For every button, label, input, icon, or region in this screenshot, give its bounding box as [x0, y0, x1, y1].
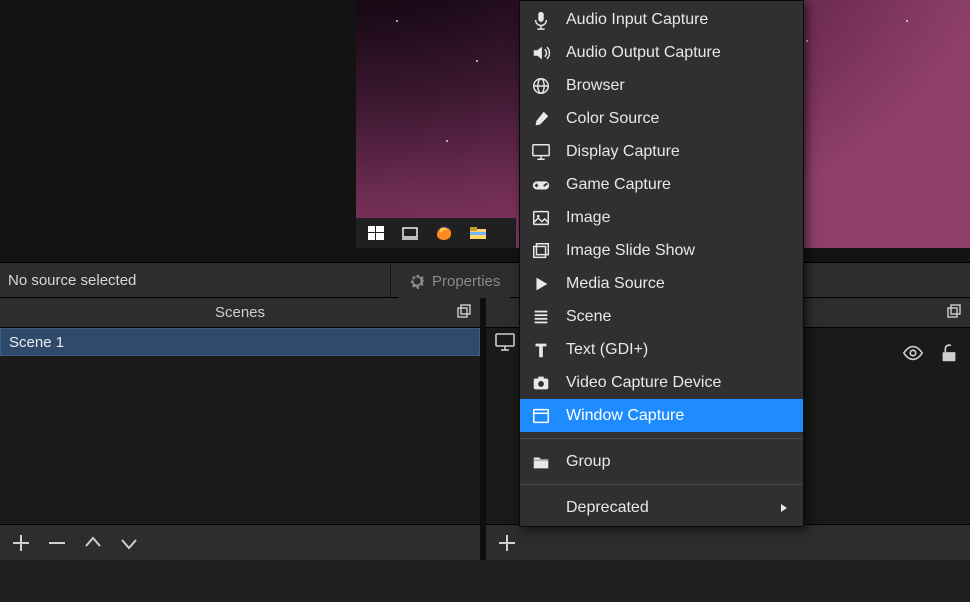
- scenes-toolbar: [0, 524, 480, 560]
- popout-icon[interactable]: [456, 304, 474, 322]
- monitor-icon: [530, 141, 552, 163]
- move-scene-up-button[interactable]: [80, 530, 106, 556]
- monitor-icon: [494, 331, 516, 353]
- camera-icon: [530, 372, 552, 394]
- mic-icon: [530, 9, 552, 31]
- gamepad-icon: [530, 174, 552, 196]
- menu-item-label: Browser: [566, 77, 625, 95]
- menu-item-label: Display Capture: [566, 143, 680, 161]
- sources-toolbar: [486, 524, 970, 560]
- menu-item-image-slide-show[interactable]: Image Slide Show: [520, 234, 803, 267]
- menu-item-color-source[interactable]: Color Source: [520, 102, 803, 135]
- panels-row: Scenes Scene 1 Sources: [0, 298, 970, 560]
- eye-icon[interactable]: [902, 342, 924, 364]
- menu-item-label: Image: [566, 209, 610, 227]
- separator: [390, 263, 391, 299]
- menu-item-media-source[interactable]: Media Source: [520, 267, 803, 300]
- menu-item-label: Text (GDI+): [566, 341, 648, 359]
- scenes-list[interactable]: Scene 1: [0, 328, 480, 524]
- popout-icon[interactable]: [946, 304, 964, 322]
- text-icon: [530, 339, 552, 361]
- menu-item-video-capture-device[interactable]: Video Capture Device: [520, 366, 803, 399]
- menu-separator: [520, 438, 803, 439]
- properties-button[interactable]: Properties: [398, 263, 510, 299]
- menu-item-label: Color Source: [566, 110, 659, 128]
- menu-item-audio-output-capture[interactable]: Audio Output Capture: [520, 36, 803, 69]
- menu-item-label: Scene: [566, 308, 611, 326]
- no-source-label: No source selected: [0, 272, 136, 289]
- remove-scene-button[interactable]: [44, 530, 70, 556]
- stack-icon: [530, 240, 552, 262]
- menu-item-text-gdi[interactable]: Text (GDI+): [520, 333, 803, 366]
- globe-icon: [530, 75, 552, 97]
- window-icon: [530, 405, 552, 427]
- windows-start-icon: [366, 223, 386, 243]
- menu-item-deprecated[interactable]: Deprecated: [520, 491, 803, 524]
- menu-item-display-capture[interactable]: Display Capture: [520, 135, 803, 168]
- move-scene-down-button[interactable]: [116, 530, 142, 556]
- menu-item-label: Video Capture Device: [566, 374, 721, 392]
- file-explorer-icon: [468, 223, 488, 243]
- scenes-title: Scenes: [215, 304, 265, 321]
- menu-item-label: Audio Input Capture: [566, 11, 708, 29]
- menu-item-scene-source[interactable]: Scene: [520, 300, 803, 333]
- menu-item-label: Window Capture: [566, 407, 684, 425]
- menu-item-label: Group: [566, 453, 610, 471]
- menu-item-game-capture[interactable]: Game Capture: [520, 168, 803, 201]
- brush-icon: [530, 108, 552, 130]
- menu-item-label: Audio Output Capture: [566, 44, 721, 62]
- scenes-header[interactable]: Scenes: [0, 298, 480, 328]
- menu-item-group[interactable]: Group: [520, 445, 803, 478]
- menu-item-browser[interactable]: Browser: [520, 69, 803, 102]
- play-icon: [530, 273, 552, 295]
- add-scene-button[interactable]: [8, 530, 34, 556]
- scene-item-label: Scene 1: [9, 334, 64, 351]
- firefox-icon: [434, 223, 454, 243]
- list-icon: [530, 306, 552, 328]
- scene-item[interactable]: Scene 1: [0, 328, 480, 356]
- menu-item-audio-input-capture[interactable]: Audio Input Capture: [520, 3, 803, 36]
- preview-area: [0, 0, 970, 262]
- menu-item-label: Media Source: [566, 275, 665, 293]
- menu-item-label: Game Capture: [566, 176, 671, 194]
- image-icon: [530, 207, 552, 229]
- gear-icon: [408, 272, 426, 290]
- menu-separator: [520, 484, 803, 485]
- taskview-icon: [400, 223, 420, 243]
- captured-taskbar: [356, 218, 516, 248]
- menu-item-label: Image Slide Show: [566, 242, 695, 260]
- speaker-icon: [530, 42, 552, 64]
- scenes-panel: Scenes Scene 1: [0, 298, 480, 560]
- lock-icon[interactable]: [938, 342, 960, 364]
- add-source-context-menu[interactable]: Audio Input Capture Audio Output Capture B…: [519, 0, 804, 527]
- folder-icon: [530, 451, 552, 473]
- menu-item-window-capture[interactable]: Window Capture: [520, 399, 803, 432]
- add-source-button[interactable]: [494, 530, 520, 556]
- menu-item-label: Deprecated: [566, 499, 649, 517]
- source-visibility-controls: [902, 342, 960, 364]
- properties-label: Properties: [432, 273, 500, 290]
- status-bar: No source selected Properties: [0, 262, 970, 298]
- menu-item-image[interactable]: Image: [520, 201, 803, 234]
- submenu-arrow-icon: [779, 503, 789, 513]
